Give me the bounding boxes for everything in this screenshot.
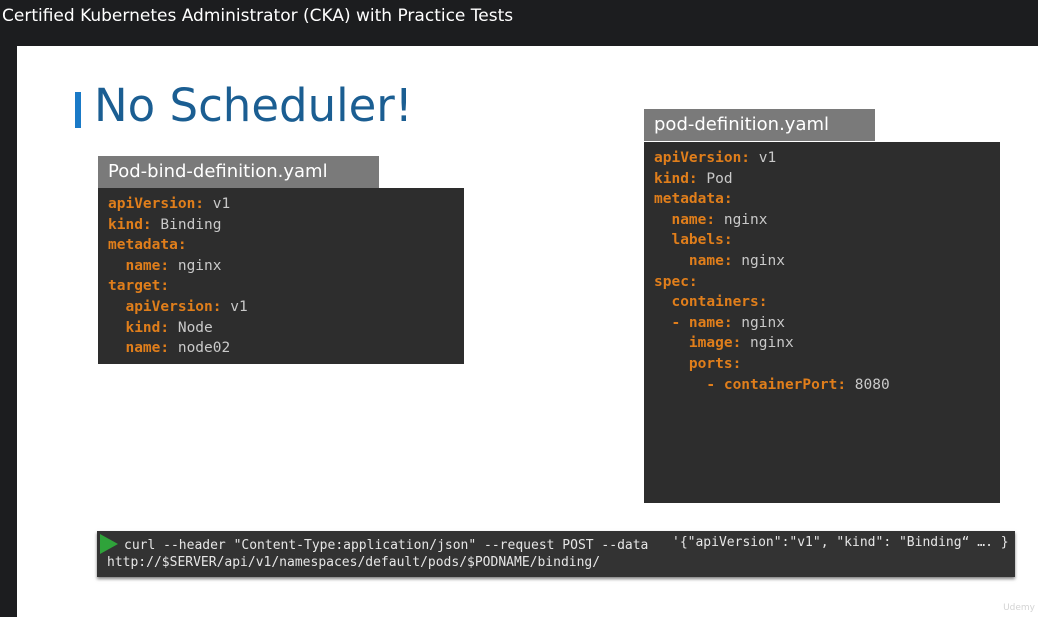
pod-file-label: pod-definition.yaml (644, 109, 875, 141)
yaml-key: apiVersion: (108, 196, 205, 212)
yaml-line: ports: (654, 354, 990, 375)
command-line-1: curl --header "Content-Type:application/… (124, 538, 649, 553)
yaml-key: target: (108, 278, 170, 295)
slide-headline: No Scheduler! (94, 79, 413, 132)
yaml-value: Binding (151, 216, 222, 233)
yaml-line: metadata: (108, 235, 454, 256)
title-bar: Certified Kubernetes Administrator (CKA)… (0, 0, 1038, 46)
yaml-key: kind: (654, 170, 698, 187)
yaml-line: target: (108, 276, 454, 297)
yaml-value: v1 (750, 150, 777, 166)
yaml-key: image: (654, 335, 742, 352)
yaml-key: name: (108, 257, 170, 274)
yaml-value: 8080 (846, 376, 890, 393)
headline-accent-bar (75, 92, 81, 128)
yaml-key: metadata: (108, 237, 187, 254)
command-line-2: http://$SERVER/api/v1/namespaces/default… (107, 555, 601, 570)
yaml-line: spec: (654, 272, 990, 293)
pod-yaml-code: apiVersion: v1 kind: Pod metadata: name: n… (644, 142, 1000, 503)
yaml-value: nginx (732, 314, 785, 331)
yaml-value: nginx (732, 252, 785, 269)
yaml-line: apiVersion: v1 (108, 297, 454, 318)
yaml-value: Pod (697, 170, 733, 187)
yaml-line: - containerPort: 8080 (654, 375, 990, 396)
curl-command-box: curl --header "Content-Type:application/… (97, 531, 1015, 577)
yaml-value: nginx (715, 211, 768, 228)
yaml-key: - name: (654, 314, 733, 331)
left-strip (0, 46, 17, 617)
yaml-line: apiVersion: v1 (654, 148, 990, 169)
yaml-line: containers: (654, 292, 990, 313)
bind-yaml-code: apiVersion: v1 kind: Binding metadata: nam… (98, 188, 464, 364)
yaml-key: ports: (654, 355, 742, 372)
yaml-key: name: (108, 340, 170, 357)
yaml-line: kind: Pod (654, 169, 990, 190)
yaml-value: node02 (169, 340, 231, 357)
yaml-key: containers: (654, 294, 768, 311)
watermark-logo: Udemy (1003, 603, 1035, 613)
yaml-line: image: nginx (654, 333, 990, 354)
yaml-value: v1 (204, 196, 231, 212)
yaml-line: kind: Binding (108, 215, 454, 236)
yaml-key: name: (654, 211, 716, 228)
yaml-key: kind: (108, 216, 152, 233)
yaml-line: name: nginx (654, 251, 990, 272)
yaml-line: kind: Node (108, 318, 454, 339)
yaml-key: kind: (108, 319, 170, 336)
course-title: Certified Kubernetes Administrator (CKA)… (2, 6, 514, 26)
yaml-line: name: node02 (108, 338, 454, 359)
yaml-value: nginx (741, 335, 794, 352)
yaml-line: name: nginx (108, 256, 454, 277)
yaml-line: metadata: (654, 189, 990, 210)
yaml-key: name: (654, 252, 733, 269)
yaml-line: apiVersion: v1 (108, 194, 454, 215)
yaml-key: apiVersion: (654, 150, 751, 166)
command-line-1-data: '{"apiVersion":"v1", "kind": "Binding“ …… (672, 535, 1009, 550)
yaml-line: - name: nginx (654, 313, 990, 334)
yaml-value: Node (169, 319, 213, 336)
yaml-key: apiVersion: (108, 298, 222, 315)
play-icon[interactable] (100, 534, 118, 554)
yaml-key: labels: (654, 232, 733, 249)
yaml-value: nginx (169, 257, 222, 274)
bind-file-label: Pod-bind-definition.yaml (98, 156, 379, 188)
yaml-key: metadata: (654, 191, 733, 208)
yaml-key: - containerPort: (654, 376, 847, 393)
slide: No Scheduler! Pod-bind-definition.yaml a… (17, 46, 1038, 617)
yaml-key: spec: (654, 273, 698, 290)
yaml-line: name: nginx (654, 210, 990, 231)
yaml-line: labels: (654, 230, 990, 251)
yaml-value: v1 (221, 298, 248, 315)
